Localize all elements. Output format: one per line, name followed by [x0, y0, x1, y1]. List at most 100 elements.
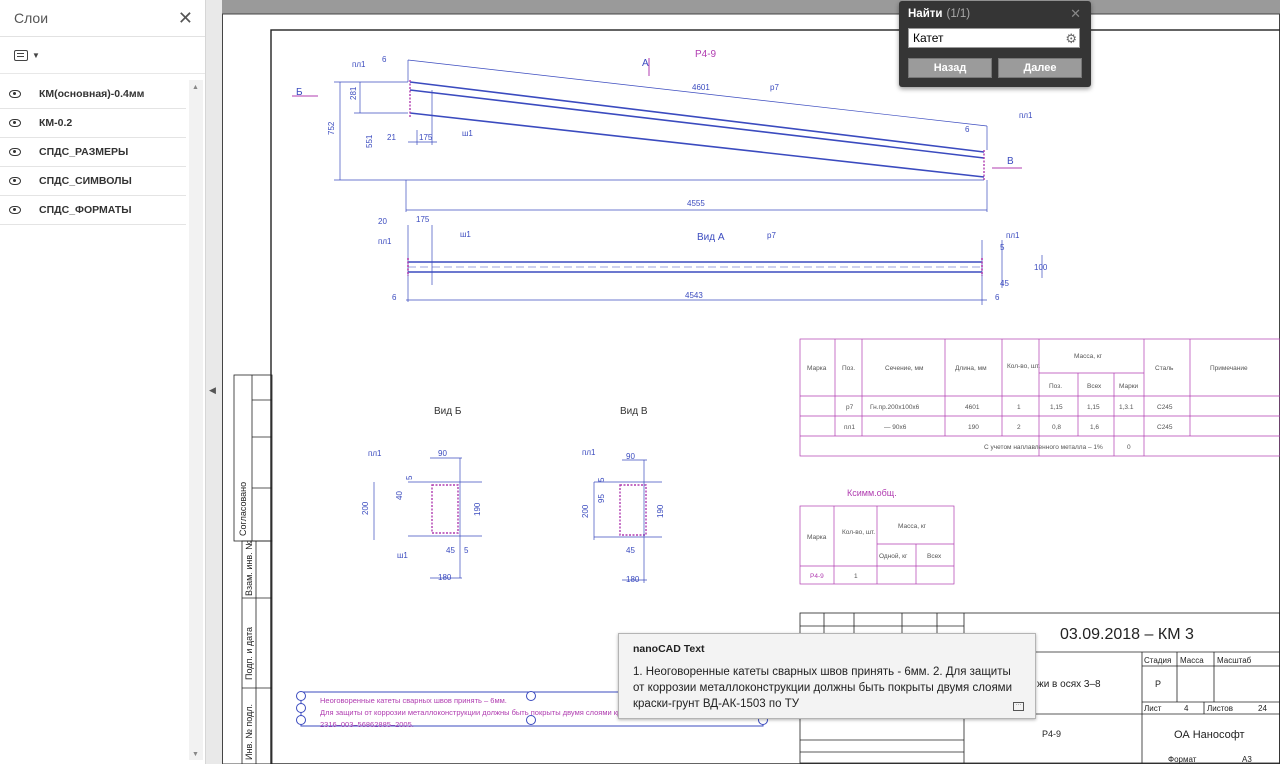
dim-text: 40	[395, 491, 404, 500]
beam-elevation	[409, 81, 985, 178]
dim-text: 200	[361, 501, 370, 515]
sel-cell-qty: 1	[854, 573, 858, 580]
mark-label: Р4-9	[695, 49, 717, 60]
view-v-title: Вид В	[620, 406, 648, 417]
close-icon[interactable]: ✕	[178, 9, 193, 27]
selection-table-text: Марка Кол-во, шт. Масса, кг Одной, кг Вс…	[807, 523, 942, 580]
dim-text: 4543	[685, 291, 703, 300]
dim-text: 45	[1000, 279, 1009, 288]
section-view-b: Вид Б пл1 90 180 ш1 45 5 200 190 5 40	[361, 406, 482, 582]
spec-table	[799, 338, 1280, 457]
dim-text: 200	[581, 504, 590, 518]
view-a-pointer: А	[642, 58, 649, 69]
eye-icon[interactable]	[9, 148, 21, 156]
layer-item[interactable]: СПДС_РАЗМЕРЫ	[0, 138, 186, 167]
dim-text: 90	[626, 452, 635, 461]
dim-text: 45	[446, 546, 455, 555]
eye-icon[interactable]	[9, 90, 21, 98]
dim-text: 180	[438, 573, 452, 582]
list-icon	[14, 49, 28, 61]
more-icon[interactable]: ···	[1013, 702, 1024, 711]
eye-icon[interactable]	[9, 119, 21, 127]
plate-label: пл1	[368, 449, 382, 458]
spec-header-steel: Сталь	[1155, 365, 1174, 372]
view-mode-button[interactable]: ▼	[14, 49, 40, 61]
drawing-name: жи в осях 3–8	[1037, 679, 1101, 690]
plate-label: пл1	[582, 448, 596, 457]
weld-label: ш1	[462, 129, 473, 138]
dim-text: 752	[327, 121, 336, 135]
dim-text: 20	[378, 217, 387, 226]
layer-item[interactable]: СПДС_СИМВОЛЫ	[0, 167, 186, 196]
stamp-label-sogl: Согласовано	[238, 482, 248, 536]
spec-header-length: Длина, мм	[955, 365, 987, 372]
title-mark: Р4-9	[1042, 729, 1061, 739]
dim-text: 4601	[692, 83, 710, 92]
dim-text: 5	[597, 477, 606, 482]
spec-header-mark: Марка	[807, 365, 827, 372]
title-block-text: 03.09.2018 – КМ 3 Стадия Масса Масштаб Р…	[1037, 626, 1267, 764]
gear-icon[interactable]: ⚙	[1065, 31, 1077, 47]
spec-cell: 2	[1017, 424, 1021, 431]
view-a-title: Вид А	[697, 232, 725, 243]
stage-value: Р	[1155, 679, 1161, 689]
spec-cell: 190	[968, 424, 979, 431]
spec-cell: С245	[1157, 424, 1173, 431]
section-view-v: Вид В пл1 90 180 45 200 190 95 5	[581, 406, 665, 584]
dim-text: 45	[626, 546, 635, 555]
plate-label: пл1	[1006, 231, 1020, 240]
spec-cell: 1,15	[1087, 404, 1100, 411]
mass-label: Масса	[1180, 656, 1204, 665]
spec-cell: 1,15	[1050, 404, 1063, 411]
plate-label: пл1	[352, 60, 366, 69]
stamp-label-inv: Инв. № подл.	[244, 704, 254, 760]
spec-footnote-value: 0	[1127, 444, 1131, 451]
sheets-label: Листов	[1207, 704, 1233, 713]
find-input[interactable]	[908, 28, 1080, 48]
sheets-value: 24	[1258, 704, 1267, 713]
layer-item[interactable]: СПДС_ФОРМАТЫ	[0, 196, 186, 225]
layer-item[interactable]: КМ-0.2	[0, 109, 186, 138]
dim-text: 551	[365, 134, 374, 148]
spec-cell: С245	[1157, 404, 1173, 411]
layers-panel: Слои ✕ ▼ КМ(основная)-0.4мм КМ-0.2 СПДС_…	[0, 0, 206, 764]
dim-text: 100	[1034, 263, 1048, 272]
scroll-up-icon[interactable]: ▲	[192, 84, 199, 91]
spec-header-per: Поз.	[1049, 383, 1062, 390]
dim-text: 5	[405, 475, 414, 480]
dim-text: 190	[656, 504, 665, 518]
layer-item[interactable]: КМ(основная)-0.4мм	[0, 80, 186, 109]
eye-icon[interactable]	[9, 177, 21, 185]
dim-text: 281	[349, 86, 358, 100]
layer-name: СПДС_СИМВОЛЫ	[39, 175, 132, 187]
sel-header-qty: Кол-во, шт.	[842, 529, 875, 536]
collapse-panel-icon[interactable]: ◀	[209, 385, 216, 396]
sheet-value: 4	[1184, 704, 1189, 713]
scroll-down-icon[interactable]: ▼	[192, 751, 199, 758]
layer-name: КМ(основная)-0.4мм	[39, 88, 145, 100]
layers-toolbar: ▼	[0, 37, 205, 74]
spec-cell: — 90х6	[884, 424, 907, 431]
sel-header-all: Всех	[927, 553, 942, 560]
company-name: ОА Нанософт	[1174, 729, 1245, 741]
layer-name: КМ-0.2	[39, 117, 73, 129]
chevron-down-icon: ▼	[32, 50, 40, 60]
find-dialog: Найти(1/1) ✕ ⚙ Назад Далее	[899, 1, 1091, 87]
spec-cell: 0,8	[1052, 424, 1061, 431]
find-next-button[interactable]: Далее	[998, 58, 1082, 78]
sheet-label: Лист	[1144, 704, 1162, 713]
stage-label: Стадия	[1144, 656, 1171, 665]
dim-text: 4555	[687, 199, 705, 208]
find-count: (1/1)	[946, 8, 971, 20]
dim-text: 90	[438, 449, 447, 458]
find-back-button[interactable]: Назад	[908, 58, 992, 78]
close-icon[interactable]: ✕	[1070, 6, 1081, 22]
dim-text: 6	[965, 125, 970, 134]
layers-scrollbar[interactable]: ▲ ▼	[189, 80, 203, 760]
eye-icon[interactable]	[9, 206, 21, 214]
spec-cell: 1,3.1	[1119, 404, 1134, 411]
spec-cell: р7	[846, 404, 854, 411]
spec-header-note: Примечание	[1210, 365, 1248, 372]
note-line: Для защиты от коррозии металлоконструкци…	[320, 708, 629, 717]
spec-cell: 1,6	[1090, 424, 1099, 431]
